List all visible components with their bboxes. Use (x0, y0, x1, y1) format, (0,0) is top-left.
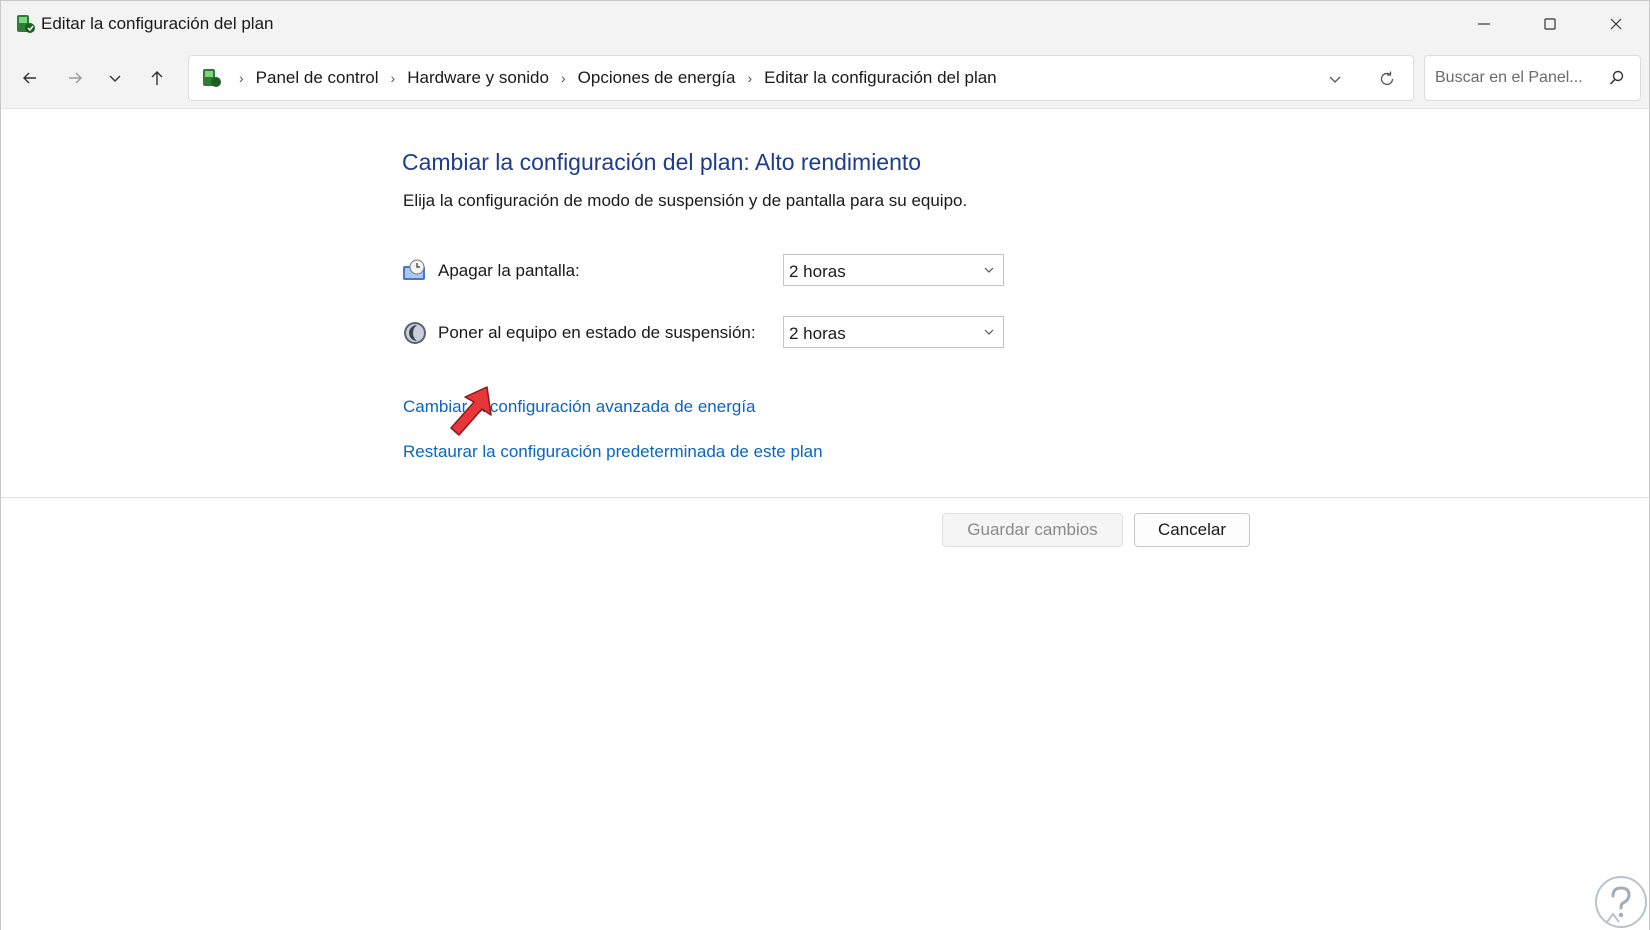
chevron-down-icon (109, 75, 121, 82)
close-button[interactable] (1583, 1, 1649, 47)
annotation-arrow-icon (450, 386, 492, 436)
maximize-button[interactable] (1517, 1, 1583, 47)
minimize-icon (1478, 23, 1490, 25)
minimize-button[interactable] (1451, 1, 1517, 47)
chevron-right-icon[interactable]: › (561, 70, 566, 86)
save-changes-button[interactable]: Guardar cambios (942, 513, 1123, 547)
page-title: Cambiar la configuración del plan: Alto … (402, 149, 922, 175)
setting-row-sleep: Poner al equipo en estado de suspensión:… (402, 316, 1004, 350)
power-options-icon (17, 15, 35, 33)
main-content: Cambiar la configuración del plan: Alto … (1, 109, 1649, 930)
refresh-icon (1380, 71, 1394, 86)
arrow-left-icon (23, 72, 36, 84)
control-panel-window: Editar la configuración del plan › Panel… (0, 0, 1650, 930)
restore-defaults-link[interactable]: Restaurar la configuración predeterminad… (403, 442, 823, 462)
arrow-right-icon (69, 72, 82, 84)
back-button[interactable] (15, 63, 45, 93)
chevron-right-icon[interactable]: › (747, 70, 752, 86)
up-button[interactable] (142, 63, 172, 93)
search-box[interactable] (1424, 55, 1641, 101)
breadcrumb: › Panel de control › Hardware y sonido ›… (199, 56, 997, 100)
sleep-value: 2 horas (789, 324, 846, 343)
search-input[interactable] (1435, 56, 1605, 100)
setting-row-display-off: Apagar la pantalla: 2 horas (402, 254, 1004, 288)
sleep-label: Poner al equipo en estado de suspensión: (438, 323, 756, 342)
divider (1, 497, 1649, 498)
arrow-up-icon (151, 71, 163, 85)
chevron-right-icon: › (239, 70, 244, 86)
search-icon[interactable] (1608, 69, 1626, 87)
chevron-down-icon (984, 329, 994, 335)
moon-icon (404, 322, 426, 344)
breadcrumb-item-editar-plan[interactable]: Editar la configuración del plan (764, 68, 996, 88)
display-off-select[interactable]: 2 horas (783, 254, 1004, 286)
refresh-button[interactable] (1375, 67, 1399, 91)
sleep-select[interactable]: 2 horas (783, 316, 1004, 348)
window-title: Editar la configuración del plan (41, 14, 274, 33)
breadcrumb-item-panel-de-control[interactable]: Panel de control (256, 68, 379, 88)
breadcrumb-item-opciones-de-energia[interactable]: Opciones de energía (578, 68, 736, 88)
breadcrumb-item-hardware-y-sonido[interactable]: Hardware y sonido (407, 68, 549, 88)
chevron-right-icon[interactable]: › (391, 70, 396, 86)
address-bar[interactable]: › Panel de control › Hardware y sonido ›… (188, 55, 1414, 101)
display-off-label: Apagar la pantalla: (438, 261, 580, 280)
cancel-button[interactable]: Cancelar (1134, 513, 1250, 547)
address-history-button[interactable] (1323, 67, 1347, 91)
chevron-down-icon (984, 267, 994, 273)
recent-locations-button[interactable] (100, 63, 130, 93)
maximize-icon (1544, 18, 1556, 30)
forward-button[interactable] (60, 63, 90, 93)
power-options-icon (203, 69, 221, 87)
watermark-logo-icon (1595, 876, 1647, 928)
display-off-value: 2 horas (789, 262, 846, 281)
page-description: Elija la configuración de modo de suspen… (403, 191, 968, 210)
monitor-clock-icon (403, 259, 425, 280)
title-bar: Editar la configuración del plan (1, 1, 1649, 47)
close-icon (1610, 18, 1622, 30)
chevron-down-icon (1329, 76, 1341, 83)
navigation-bar: › Panel de control › Hardware y sonido ›… (1, 47, 1649, 109)
